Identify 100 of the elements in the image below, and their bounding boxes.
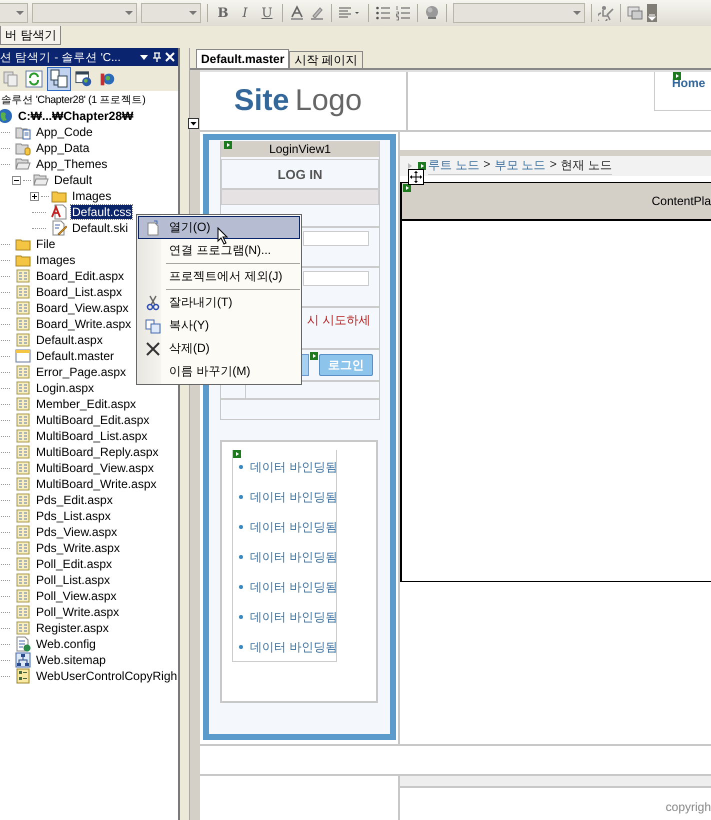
menu-item[interactable]: 열기(O) [138, 216, 300, 239]
tree-item[interactable]: Images [71, 189, 112, 203]
tree-item[interactable]: Board_Write.aspx [35, 317, 132, 331]
tree-item[interactable]: Default.css [71, 205, 132, 219]
tree-item[interactable]: Board_List.aspx [35, 285, 124, 299]
menu-item[interactable]: 복사(Y) [138, 314, 300, 337]
dropdown[interactable] [0, 3, 28, 23]
list-item[interactable]: 데이터 바인딩됨 [250, 488, 338, 506]
list-item[interactable]: 데이터 바인딩됨 [250, 638, 338, 656]
tree-item[interactable]: 솔루션 'Chapter28' (1 프로젝트) [0, 93, 146, 107]
tree-item[interactable]: C:₩...₩Chapter28₩ [17, 109, 134, 123]
menu-item[interactable]: 프로젝트에서 제외(J) [138, 265, 300, 288]
close-icon[interactable] [165, 52, 175, 62]
placeholder-title: ContentPla [652, 194, 711, 208]
tree-item[interactable]: MultiBoard_View.aspx [35, 461, 155, 475]
list-item[interactable]: 데이터 바인딩됨 [250, 518, 338, 536]
move-handle-icon[interactable] [408, 169, 424, 185]
nested-files-icon[interactable] [48, 68, 70, 90]
document-tab[interactable]: 시작 페이지 [289, 51, 363, 68]
dropdown-arrow-icon[interactable] [139, 52, 149, 62]
format-button[interactable]: B [214, 3, 232, 23]
format-button[interactable]: U [258, 3, 276, 23]
page-icon [15, 332, 31, 348]
list-item[interactable]: 데이터 바인딩됨 [250, 548, 338, 566]
home-link[interactable]: Home [672, 76, 706, 90]
tree-item[interactable]: File [35, 237, 56, 251]
expand-icon[interactable] [30, 192, 39, 200]
tree-item[interactable]: Pds_List.aspx [35, 509, 112, 523]
tree-item[interactable]: Poll_List.aspx [35, 573, 112, 587]
collapse-icon[interactable] [12, 176, 21, 184]
tree-item[interactable]: Images [35, 253, 76, 267]
bullet-icon [239, 465, 243, 469]
input-field[interactable] [303, 271, 369, 286]
scissors-icon [145, 294, 161, 310]
breadcrumb-link[interactable]: 루트 노드 [428, 157, 480, 174]
page-icon [15, 588, 31, 604]
font-color-icon[interactable] [289, 5, 305, 21]
smart-tag-icon[interactable] [403, 184, 411, 192]
tree-item[interactable]: Pds_View.aspx [35, 525, 118, 539]
tree-item[interactable]: MultiBoard_Edit.aspx [35, 413, 150, 427]
tree-item[interactable]: Login.aspx [35, 381, 96, 395]
tree-item[interactable]: Error_Page.aspx [35, 365, 128, 379]
input-field[interactable] [303, 231, 369, 246]
copy-icon [145, 318, 161, 334]
breadcrumb-link[interactable]: 부모 노드 [494, 157, 546, 174]
list-item[interactable]: 데이터 바인딩됨 [250, 578, 338, 596]
globe-link-icon[interactable] [424, 5, 440, 21]
tree-item[interactable]: Board_View.aspx [35, 301, 130, 315]
menu-item[interactable]: 삭제(D) [138, 337, 300, 360]
tree-item[interactable]: Member_Edit.aspx [35, 397, 138, 411]
menu-item[interactable]: 연결 프로그램(N)... [138, 239, 300, 262]
list-item[interactable]: 데이터 바인딩됨 [250, 458, 338, 476]
bullet-list-icon[interactable] [375, 5, 391, 21]
tree-item[interactable]: App_Data [35, 141, 90, 155]
skin-file-icon [51, 220, 67, 236]
menu-item[interactable]: 잘라내기(T) [138, 291, 300, 314]
overflow-icon[interactable] [647, 4, 657, 22]
pin-icon[interactable] [152, 52, 162, 62]
tree-item[interactable]: Default.aspx [35, 333, 104, 347]
tree-item[interactable]: Default.master [35, 349, 116, 363]
highlighter-icon[interactable] [309, 5, 325, 21]
window-icon [15, 348, 31, 364]
config-file-icon [15, 636, 31, 652]
tree-item[interactable]: App_Code [35, 125, 94, 139]
document-tab[interactable]: Default.master [196, 49, 290, 68]
tree-item[interactable]: MultiBoard_List.aspx [35, 429, 148, 443]
accessibility-icon[interactable] [598, 5, 614, 21]
tree-item[interactable]: Poll_Edit.aspx [35, 557, 114, 571]
tree-item[interactable]: Web.config [35, 637, 97, 651]
numbered-list-icon[interactable] [395, 5, 411, 21]
window-globe-icon[interactable] [75, 70, 93, 88]
page-icon [15, 460, 31, 476]
tree-item[interactable]: MultiBoard_Reply.aspx [35, 445, 160, 459]
tree-item[interactable]: Poll_Write.aspx [35, 605, 120, 619]
menu-item[interactable]: 이름 바꾸기(M) [138, 360, 300, 383]
control-title: LoginView1 [269, 142, 331, 156]
refresh-icon[interactable] [25, 70, 43, 88]
page-icon [15, 508, 31, 524]
panel-tab[interactable]: 버 탐색기 [0, 26, 62, 45]
format-button[interactable]: I [236, 3, 254, 23]
panel-title: 션 탐색기 - 솔루션 'C... [0, 50, 122, 64]
breadcrumb-separator: > [550, 157, 557, 173]
tree-item[interactable]: Board_Edit.aspx [35, 269, 126, 283]
tree-item[interactable]: MultiBoard_Write.aspx [35, 477, 158, 491]
page-icon [15, 540, 31, 556]
tree-item[interactable]: Register.aspx [35, 621, 110, 635]
tree-item[interactable]: App_Themes [35, 157, 108, 171]
bullet-icon [239, 585, 243, 589]
tree-item[interactable]: Default [53, 173, 94, 187]
open-folder-icon [33, 172, 49, 188]
list-item[interactable]: 데이터 바인딩됨 [250, 608, 338, 626]
tree-item[interactable]: Pds_Write.aspx [35, 541, 121, 555]
tree-item[interactable]: Pds_Edit.aspx [35, 493, 114, 507]
tree-item[interactable]: Web.sitemap [35, 653, 107, 667]
tree-item[interactable]: Poll_View.aspx [35, 589, 118, 603]
smart-tag-icon[interactable] [418, 162, 426, 170]
tree-item[interactable]: Default.ski [71, 221, 130, 235]
tree-item[interactable]: WebUserControlCopyRigh [35, 669, 178, 683]
page-icon [15, 556, 31, 572]
sitemap-icon [15, 652, 31, 668]
